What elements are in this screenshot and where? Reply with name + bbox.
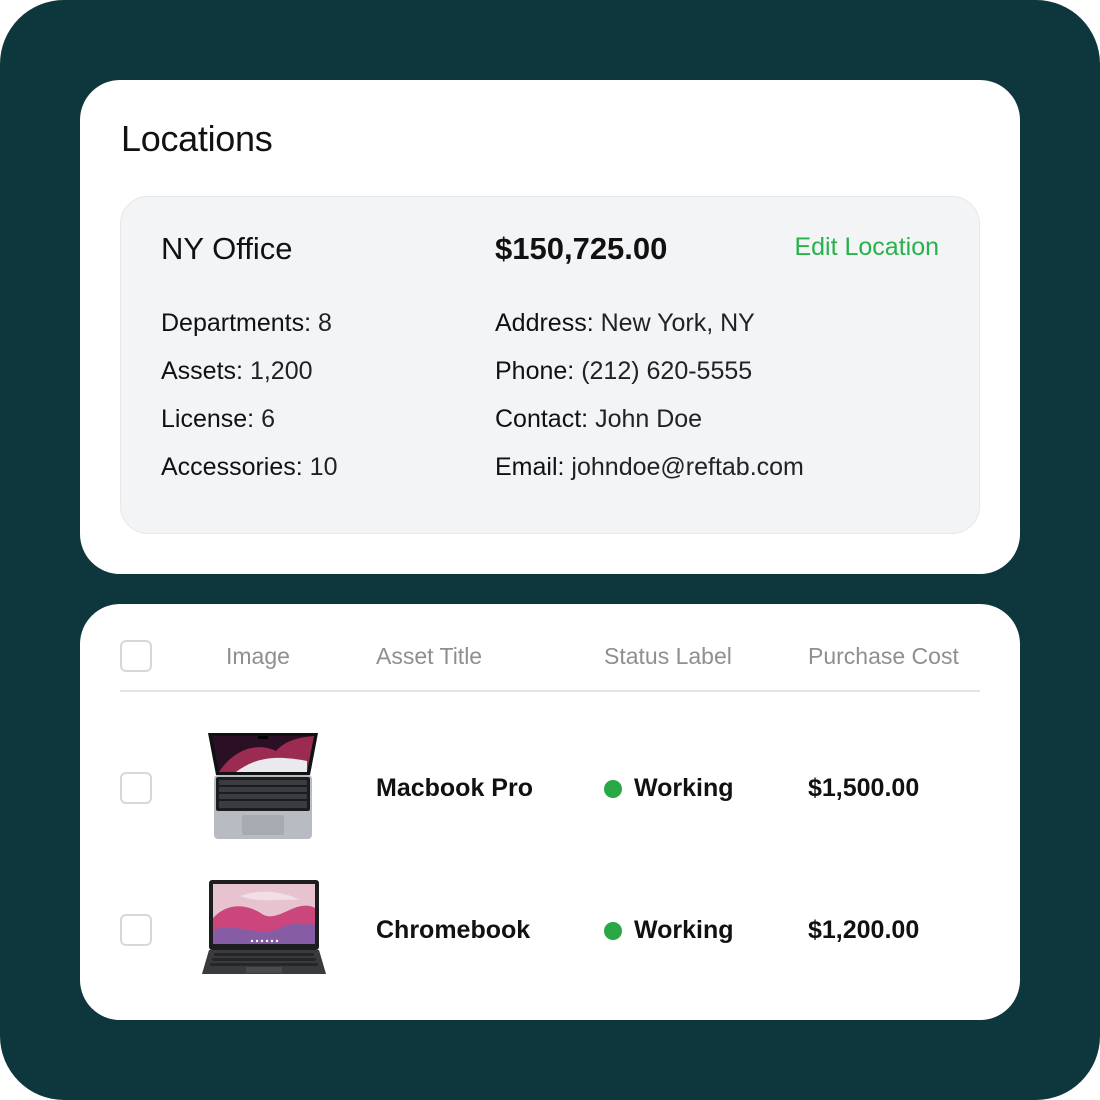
stat-value: John Doe	[595, 405, 703, 433]
location-stats-right: Address: New York, NY Phone: (212) 620-5…	[495, 309, 804, 501]
row-checkbox[interactable]	[120, 914, 152, 946]
stat-assets: Assets: 1,200	[161, 357, 337, 405]
column-header-asset-title[interactable]: Asset Title	[376, 640, 482, 672]
stat-departments: Departments: 8	[161, 309, 337, 357]
column-header-purchase-cost[interactable]: Purchase Cost	[808, 640, 959, 672]
stat-phone: Phone: (212) 620-5555	[495, 357, 804, 405]
stat-label: Email:	[495, 453, 565, 481]
app-frame: Locations NY Office $150,725.00 Edit Loc…	[0, 0, 1100, 1100]
assets-table-card: Image Asset Title Status Label Purchase …	[80, 604, 1020, 1020]
stat-accessories: Accessories: 10	[161, 453, 337, 501]
purchase-cost: $1,200.00	[808, 916, 920, 944]
stat-label: Assets:	[161, 357, 243, 385]
stat-address: Address: New York, NY	[495, 309, 804, 357]
stat-license: License: 6	[161, 405, 337, 453]
stat-label: License:	[161, 405, 255, 433]
status-label: Working	[634, 774, 734, 802]
stat-contact: Contact: John Doe	[495, 405, 804, 453]
status-label: Working	[634, 916, 734, 944]
stat-label: Phone:	[495, 357, 575, 385]
asset-title[interactable]: Macbook Pro	[376, 772, 533, 804]
purchase-cost: $1,500.00	[808, 774, 920, 802]
stat-label: Accessories:	[161, 453, 303, 481]
column-header-status-label[interactable]: Status Label	[604, 640, 732, 672]
stat-value: New York, NY	[600, 309, 755, 337]
location-panel: NY Office $150,725.00 Edit Location Depa…	[120, 196, 980, 534]
row-checkbox[interactable]	[120, 772, 152, 804]
stat-value: 1,200	[249, 357, 313, 385]
location-name: NY Office	[161, 231, 293, 266]
stat-value: (212) 620-5555	[581, 357, 753, 385]
locations-card: Locations NY Office $150,725.00 Edit Loc…	[80, 80, 1020, 574]
stat-label: Departments:	[161, 309, 312, 337]
stat-label: Address:	[495, 309, 594, 337]
stat-value: 10	[309, 453, 338, 481]
stat-value: johndoe@reftab.com	[571, 453, 804, 481]
chromebook-image	[202, 880, 326, 974]
stat-email: Email: johndoe@reftab.com	[495, 453, 804, 501]
edit-location-link[interactable]: Edit Location	[794, 233, 939, 262]
stat-value: 8	[318, 309, 332, 337]
location-total-cost: $150,725.00	[495, 231, 668, 266]
location-stats-left: Departments: 8 Assets: 1,200 License: 6 …	[161, 309, 337, 501]
stat-value: 6	[261, 405, 275, 433]
table-header: Image Asset Title Status Label Purchase …	[120, 640, 980, 692]
page-title: Locations	[121, 118, 273, 159]
column-header-image[interactable]: Image	[226, 640, 290, 672]
table-row[interactable]: Chromebook Working $1,200.00	[120, 870, 980, 990]
macbook-pro-image	[208, 733, 318, 839]
stat-label: Contact:	[495, 405, 589, 433]
status-dot	[604, 780, 622, 798]
asset-title[interactable]: Chromebook	[376, 914, 530, 946]
select-all-checkbox[interactable]	[120, 640, 152, 672]
status-dot	[604, 922, 622, 940]
table-row[interactable]: Macbook Pro Working $1,500.00	[120, 728, 980, 848]
